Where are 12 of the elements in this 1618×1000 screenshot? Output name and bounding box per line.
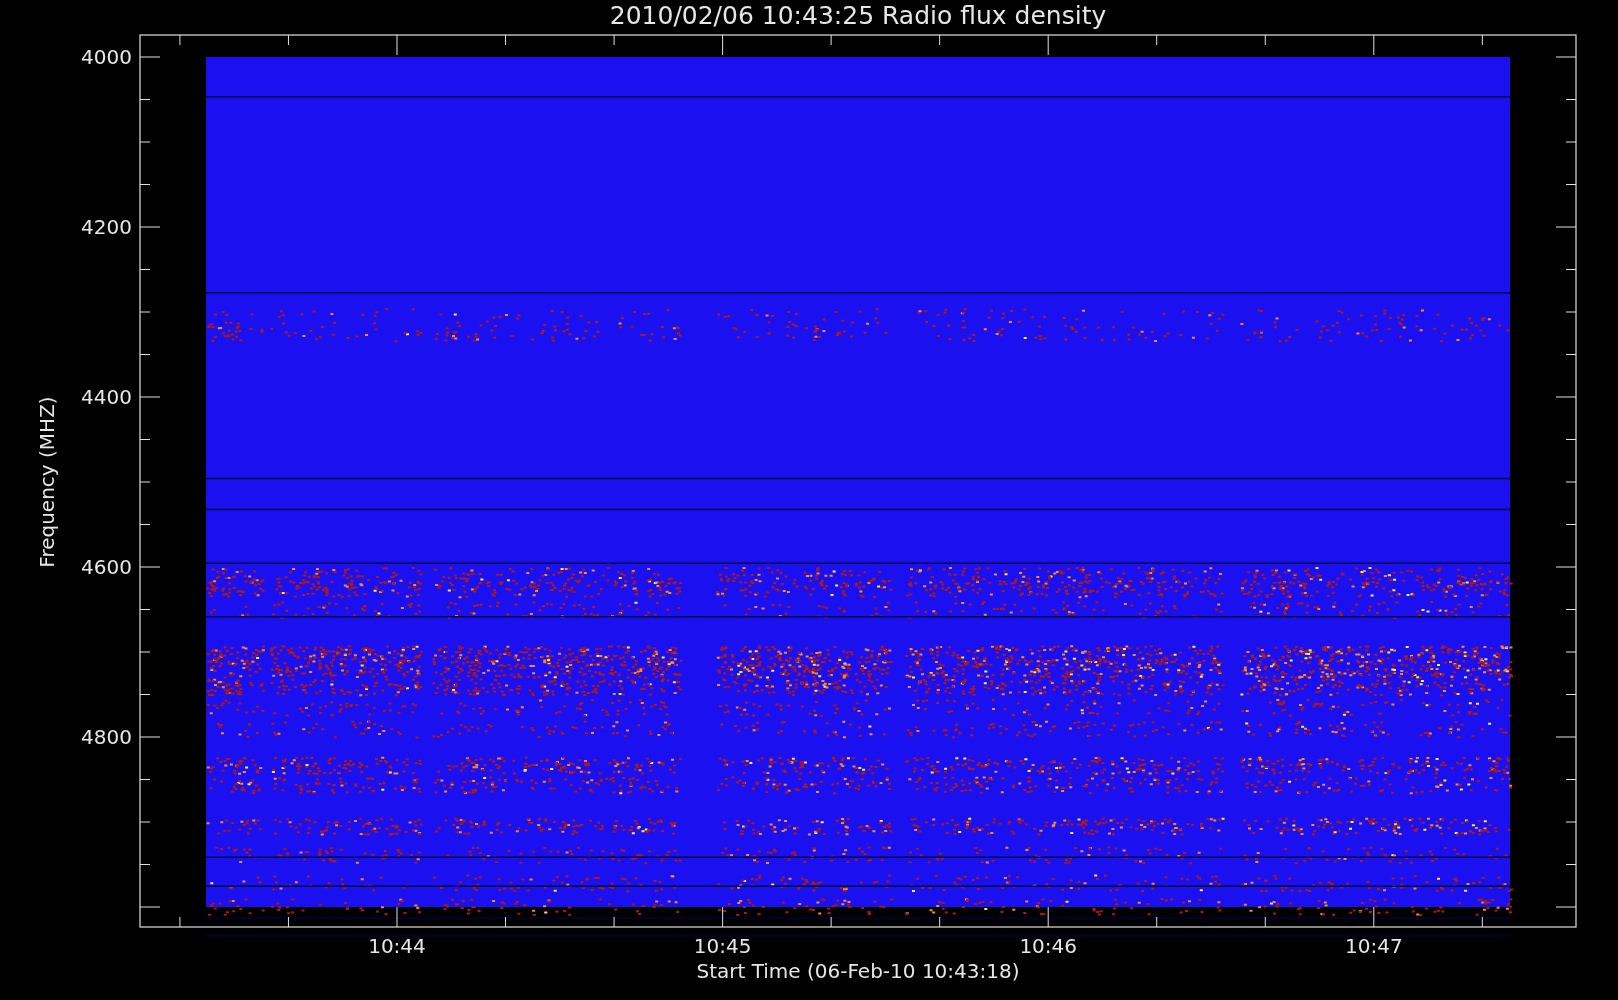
axis-tick-label: 4400 — [81, 385, 132, 409]
axis-title: Frequency (MHZ) — [35, 396, 59, 568]
axis-title: Start Time (06-Feb-10 10:43:18) — [696, 959, 1020, 983]
plot-title: 2010/02/06 10:43:25 Radio flux density — [609, 1, 1107, 30]
axis-tick-label: 10:47 — [1345, 934, 1403, 958]
axis-tick-label: 10:46 — [1019, 934, 1077, 958]
axis-tick-label: 4000 — [81, 45, 132, 69]
axis-tick-label: 4200 — [81, 215, 132, 239]
axis-tick-label: 10:44 — [368, 934, 426, 958]
axis-tick-label: 4800 — [81, 725, 132, 749]
axis-tick-label: 10:45 — [693, 934, 752, 958]
axis-tick-label: 4600 — [81, 555, 132, 579]
